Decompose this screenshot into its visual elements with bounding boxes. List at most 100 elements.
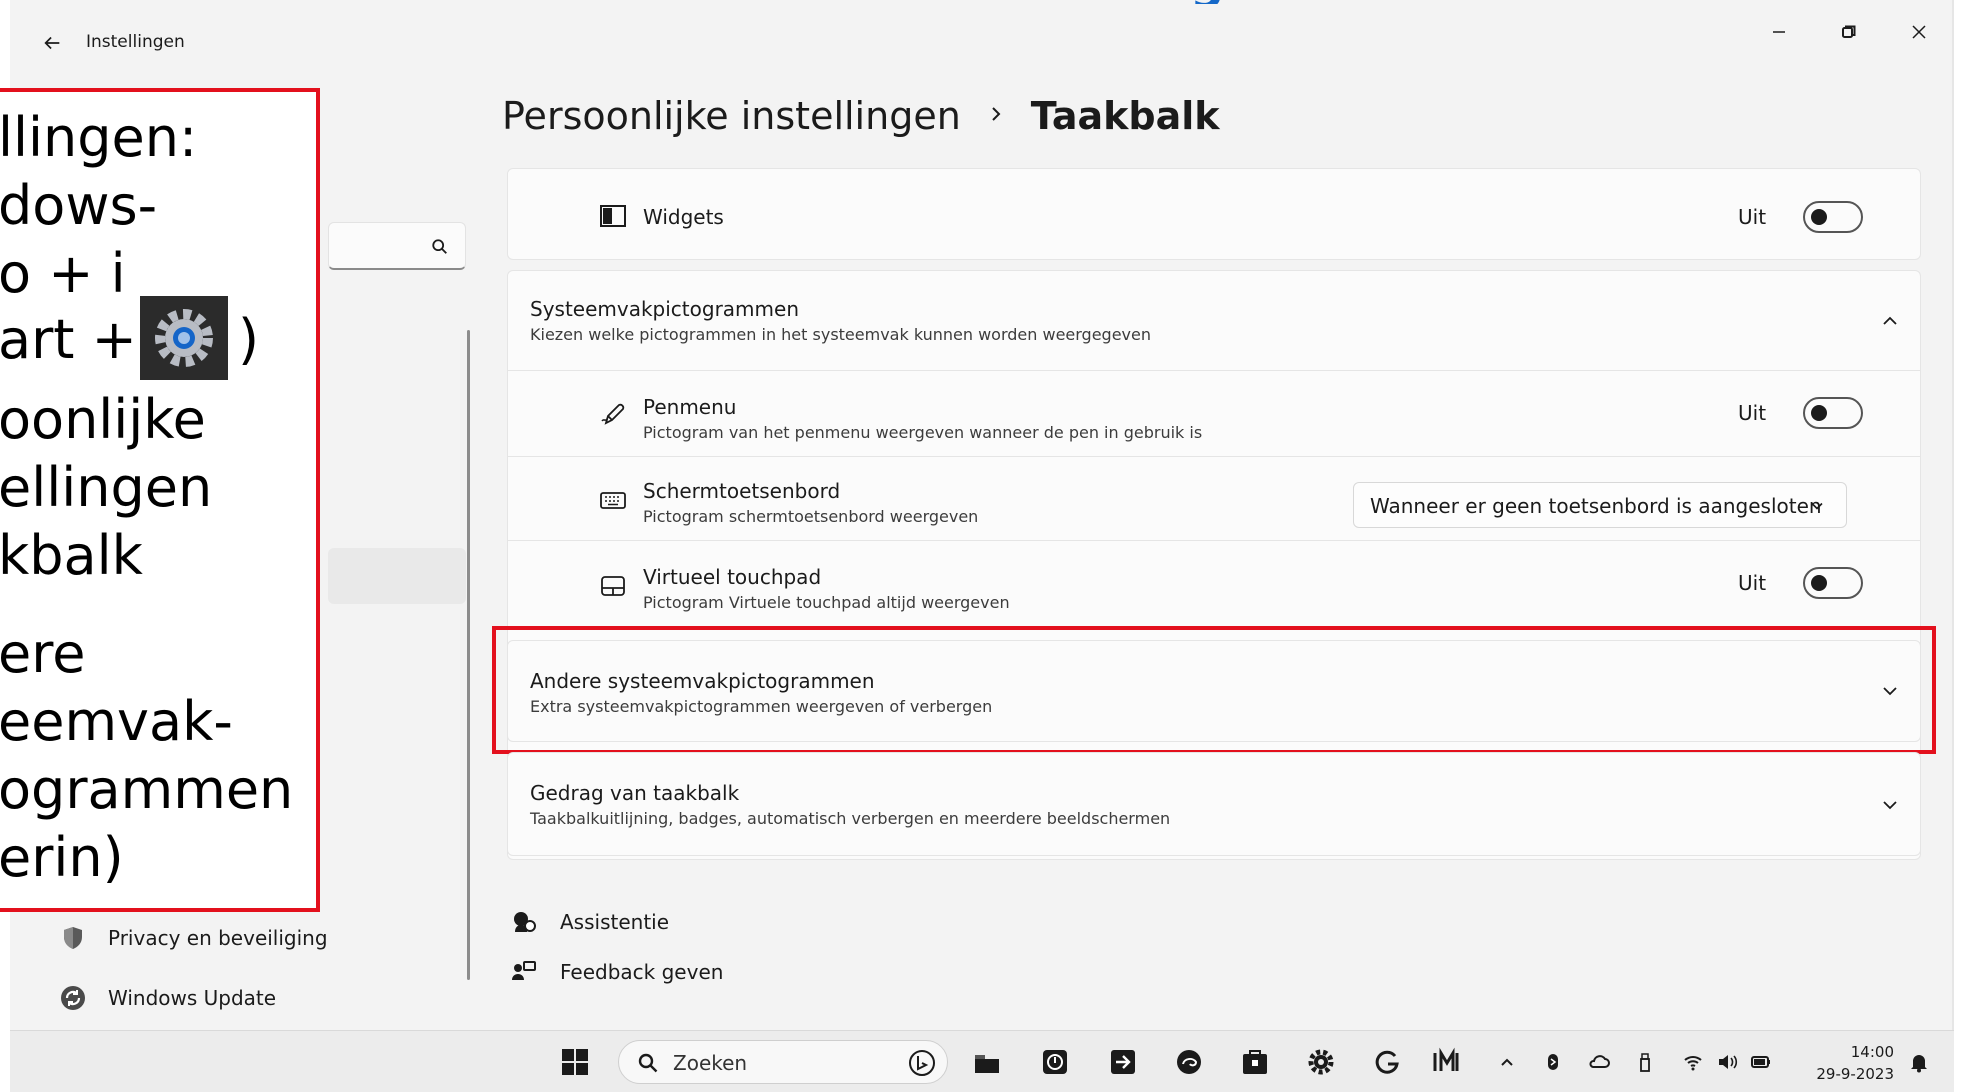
taskbar-behavior-row[interactable]: Gedrag van taakbalk Taakbalkuitlijning, …: [507, 752, 1921, 856]
app-title: Instellingen: [86, 32, 185, 52]
store-icon[interactable]: [1236, 1043, 1274, 1081]
taskbar-search-input[interactable]: Zoeken: [618, 1040, 948, 1084]
penmenu-state-label: Uit: [1738, 401, 1767, 425]
overlay-line: ogrammen: [0, 758, 294, 821]
windows-update-icon: [58, 983, 88, 1013]
touch-keyboard-title: Schermtoetsenbord: [643, 479, 841, 503]
help-icon: [514, 912, 536, 932]
help-link[interactable]: Assistentie: [510, 902, 669, 942]
penmenu-description: Pictogram van het penmenu weergeven wann…: [643, 423, 1203, 442]
volume-icon[interactable]: [1714, 1049, 1740, 1075]
top-heading-fragment: g: [1180, 0, 1260, 4]
overlay-line: o + i: [0, 242, 126, 305]
taskbar: Zoeken 14:00 29-9-2023: [10, 1030, 1954, 1092]
overlay-line: oonlijke: [0, 388, 206, 451]
touch-keyboard-description: Pictogram schermtoetsenbord weergeven: [643, 507, 979, 526]
penmenu-title: Penmenu: [643, 395, 737, 419]
nav-item-windows-update[interactable]: Windows Update: [58, 978, 276, 1018]
overlay-line: eemvak-: [0, 690, 233, 753]
touchpad-icon: [596, 569, 630, 603]
toggle-knob: [1811, 209, 1827, 225]
penmenu-row: Penmenu Pictogram van het penmenu weerge…: [508, 371, 1920, 457]
overlay-line: erin): [0, 826, 124, 889]
chevron-down-icon: [1878, 793, 1902, 817]
virtual-touchpad-row: Virtueel touchpad Pictogram Virtuele tou…: [508, 541, 1920, 627]
toggle-knob: [1811, 405, 1827, 421]
search-icon: [638, 1053, 658, 1073]
breadcrumb-parent[interactable]: Persoonlijke instellingen: [502, 94, 961, 138]
grammarly-icon[interactable]: [1368, 1043, 1406, 1081]
top-heading-fragment-text: g: [1190, 0, 1224, 4]
virtual-touchpad-title: Virtueel touchpad: [643, 565, 822, 589]
help-label: Assistentie: [560, 910, 670, 934]
overlay-line: ellingen: [0, 456, 213, 519]
highlight-box: [492, 626, 1936, 754]
search-icon: [432, 239, 447, 254]
virtual-touchpad-description: Pictogram Virtuele touchpad altijd weerg…: [643, 593, 1010, 612]
systray-title: Systeemvakpictogrammen: [530, 297, 800, 321]
virtual-touchpad-state-label: Uit: [1738, 571, 1767, 595]
settings-search-input[interactable]: [328, 222, 466, 270]
restore-button[interactable]: [1821, 14, 1877, 50]
wifi-icon[interactable]: [1680, 1049, 1706, 1075]
widgets-row: Widgets Uit: [507, 168, 1921, 260]
feedback-label: Feedback geven: [560, 960, 724, 984]
back-button[interactable]: [32, 26, 72, 60]
file-explorer-icon[interactable]: [968, 1043, 1006, 1081]
touch-keyboard-dropdown[interactable]: Wanneer er geen toetsenbord is aangeslot…: [1353, 482, 1847, 528]
feedback-link[interactable]: Feedback geven: [510, 952, 723, 992]
overlay-line: art +: [0, 308, 137, 371]
taskbar-behavior-description: Taakbalkuitlijning, badges, automatisch …: [530, 809, 1171, 828]
keyboard-icon: [596, 483, 630, 517]
virtual-touchpad-toggle[interactable]: [1803, 567, 1863, 599]
usb-icon[interactable]: [1632, 1049, 1658, 1075]
overlay-line: ): [238, 308, 260, 371]
systray-header[interactable]: Systeemvakpictogrammen Kiezen welke pict…: [508, 271, 1920, 371]
notification-bell-icon[interactable]: [1906, 1049, 1932, 1075]
overlay-line: dows-: [0, 174, 158, 237]
back-arrow-icon: [44, 36, 60, 50]
chevron-up-icon: [1878, 309, 1902, 333]
bing-icon: [909, 1050, 935, 1076]
minimize-button[interactable]: [1751, 14, 1807, 50]
chevron-up-icon[interactable]: [1494, 1049, 1520, 1075]
arrow-app-icon[interactable]: [1104, 1043, 1142, 1081]
overlay-line: ere: [0, 622, 86, 685]
edge-icon[interactable]: [1170, 1043, 1208, 1081]
clock-date: 29-9-2023: [1816, 1065, 1894, 1083]
battery-icon[interactable]: [1748, 1049, 1774, 1075]
settings-icon[interactable]: [1302, 1043, 1340, 1081]
penmenu-toggle[interactable]: [1803, 397, 1863, 429]
overlay-line: llingen:: [0, 106, 198, 169]
widgets-toggle[interactable]: [1803, 201, 1863, 233]
app-icon[interactable]: [1036, 1043, 1074, 1081]
close-icon: [1912, 25, 1926, 39]
nav-item-privacy[interactable]: Privacy en beveiliging: [58, 918, 328, 958]
page-title: Taakbalk: [1030, 94, 1220, 138]
taskbar-clock[interactable]: 14:00 29-9-2023: [1794, 1041, 1894, 1085]
widgets-title: Widgets: [643, 205, 724, 229]
widgets-icon: [596, 199, 630, 233]
overlay-line: kbalk: [0, 524, 143, 587]
shield-icon: [58, 923, 88, 953]
nav-scrollbar[interactable]: [467, 330, 470, 980]
cloud-icon[interactable]: [1586, 1049, 1612, 1075]
breadcrumb: Persoonlijke instellingen Taakbalk: [502, 94, 1220, 138]
chevron-right-icon: [987, 105, 1005, 127]
restore-icon: [1842, 25, 1856, 38]
close-button[interactable]: [1891, 14, 1947, 50]
pen-icon: [596, 397, 630, 431]
bluetooth-icon[interactable]: [1540, 1049, 1566, 1075]
minimize-icon: [1773, 31, 1785, 33]
clock-time: 14:00: [1850, 1043, 1894, 1061]
systray-description: Kiezen welke pictogrammen in het systeem…: [530, 325, 1152, 344]
toggle-knob: [1811, 575, 1827, 591]
title-bar: Instellingen: [10, 0, 1952, 80]
instruction-overlay: llingen: dows- o + i art + ) oonlijke el…: [0, 88, 320, 912]
im-app-icon[interactable]: [1428, 1043, 1466, 1081]
nav-item-personalization-selected[interactable]: [328, 548, 466, 604]
nav-item-label: Privacy en beveiliging: [108, 926, 328, 950]
screen: Instellingen Privacy en beveiliging Wind…: [0, 0, 1964, 1092]
start-icon[interactable]: [556, 1043, 594, 1081]
dropdown-selected-value: Wanneer er geen toetsenbord is aangeslot…: [1370, 494, 1822, 518]
